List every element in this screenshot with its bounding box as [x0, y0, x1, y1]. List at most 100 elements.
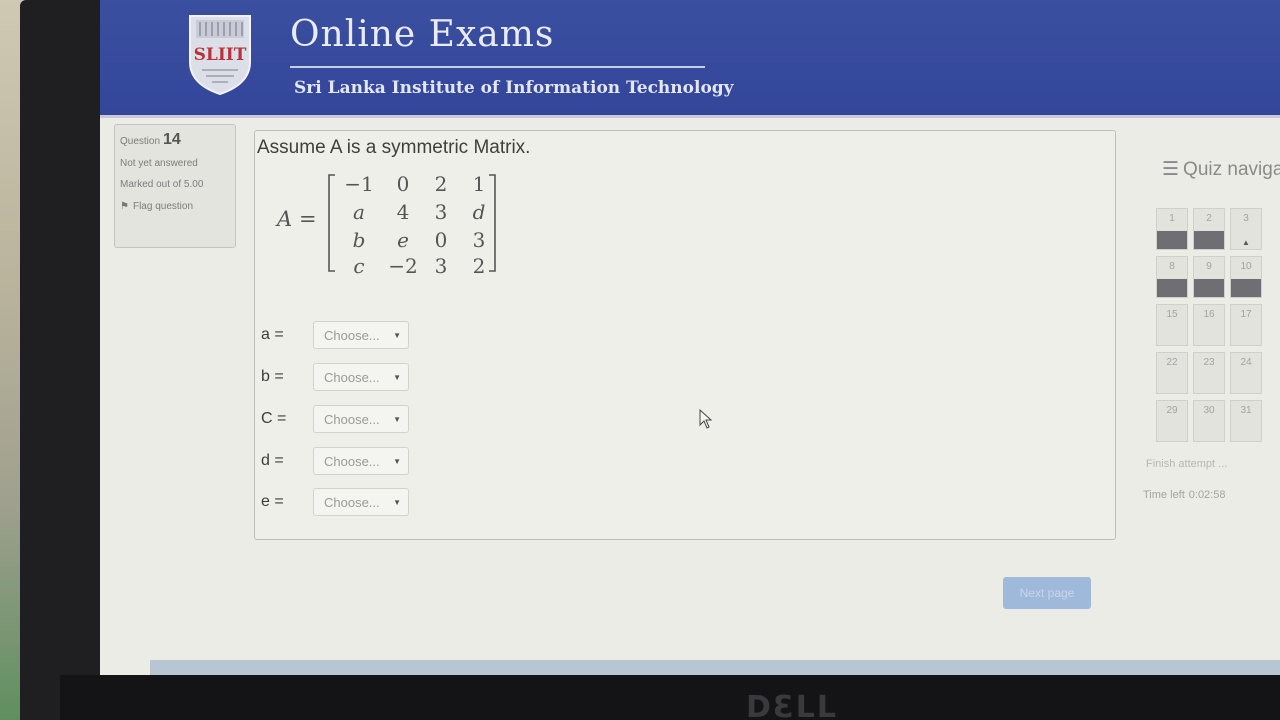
quiz-navigation-label: Quiz naviga [1183, 158, 1280, 180]
question-info-box: Question 14 Not yet answered Marked out … [114, 124, 236, 248]
matrix-cell: 2 [473, 254, 486, 275]
quiz-nav-number: 23 [1203, 357, 1215, 368]
answer-row-a: a = Choose... ▼ [261, 320, 461, 350]
matrix-cell: 0 [397, 172, 410, 196]
matrix-cell: −2 [388, 254, 417, 275]
menu-icon: ☰ [1162, 159, 1180, 180]
finish-attempt-link[interactable]: Finish attempt ... [1146, 458, 1227, 470]
matrix-cell: 3 [435, 200, 448, 224]
matrix-cell: 4 [397, 200, 410, 224]
matrix-cell: a [353, 200, 365, 224]
quiz-nav-question-29[interactable]: 29 [1156, 400, 1188, 442]
chevron-down-icon: ▼ [393, 497, 401, 507]
quiz-nav-number: 17 [1240, 309, 1252, 320]
answer-label-d: d = [261, 452, 284, 469]
answered-indicator [1157, 231, 1187, 249]
answer-select-e-value: Choose... [324, 494, 380, 510]
next-page-button[interactable]: Next page [1003, 577, 1091, 609]
quiz-nav-question-15[interactable]: 15 [1156, 304, 1188, 346]
answer-label-e: e = [261, 493, 284, 510]
chevron-down-icon: ▼ [393, 456, 401, 466]
quiz-nav-question-1[interactable]: 1 [1156, 208, 1188, 250]
answer-label-c: C = [261, 410, 287, 427]
answered-indicator [1194, 231, 1224, 249]
matrix-name: A [275, 207, 292, 231]
quiz-nav-question-22[interactable]: 22 [1156, 352, 1188, 394]
quiz-nav-question-23[interactable]: 23 [1193, 352, 1225, 394]
answer-row-b: b = Choose... ▼ [261, 362, 461, 392]
site-subtitle: Sri Lanka Institute of Information Techn… [294, 78, 734, 98]
matrix-cell: 2 [435, 172, 448, 196]
quiz-nav-question-3[interactable]: 3 ▲ [1230, 208, 1262, 250]
matrix-left-bracket [328, 174, 335, 272]
quiz-nav-number: 2 [1206, 213, 1212, 224]
quiz-nav-number: 31 [1240, 405, 1252, 416]
site-title: Online Exams [290, 14, 555, 55]
quiz-nav-number: 1 [1169, 213, 1175, 224]
answer-select-a-value: Choose... [324, 327, 380, 343]
question-number-value: 14 [163, 131, 181, 148]
matrix-cell: 1 [473, 172, 486, 196]
current-question-icon: ▲ [1242, 238, 1250, 247]
answer-row-c: C = Choose... ▼ [261, 404, 461, 434]
quiz-nav-question-9[interactable]: 9 [1193, 256, 1225, 298]
answer-row-e: e = Choose... ▼ [261, 487, 461, 517]
logo-text: SLIIT [194, 45, 247, 65]
quiz-nav-number: 3 [1243, 213, 1249, 224]
sliit-logo: SLIIT [189, 15, 251, 96]
quiz-nav-number: 24 [1240, 357, 1252, 368]
matrix-right-bracket [489, 174, 496, 272]
quiz-nav-question-16[interactable]: 16 [1193, 304, 1225, 346]
matrix-cell: 3 [473, 228, 486, 252]
matrix-cell: b [353, 228, 366, 252]
quiz-nav-question-2[interactable]: 2 [1193, 208, 1225, 250]
answered-indicator [1194, 279, 1224, 297]
time-left-value: 0:02:58 [1188, 489, 1226, 501]
quiz-nav-number: 8 [1169, 261, 1175, 272]
answer-select-b-value: Choose... [324, 369, 380, 385]
answer-select-a[interactable]: Choose... ▼ [313, 321, 409, 349]
quiz-nav-question-8[interactable]: 8 [1156, 256, 1188, 298]
quiz-nav-question-17[interactable]: 17 [1230, 304, 1262, 346]
answer-select-e[interactable]: Choose... ▼ [313, 488, 409, 516]
answer-select-b[interactable]: Choose... ▼ [313, 363, 409, 391]
answer-label-a: a = [261, 326, 284, 343]
answer-select-c-value: Choose... [324, 411, 380, 427]
flag-icon: ⚑ [120, 201, 129, 212]
quiz-nav-question-10[interactable]: 10 [1230, 256, 1262, 298]
page-footer [150, 660, 1280, 675]
matrix-cell: 0 [435, 228, 448, 252]
quiz-nav-question-30[interactable]: 30 [1193, 400, 1225, 442]
question-content: Assume A is a symmetric Matrix. A = −1 0 2… [254, 130, 1116, 540]
answer-row-d: d = Choose... ▼ [261, 446, 461, 476]
mouse-pointer-icon [699, 409, 713, 429]
dell-logo: DƐLL [746, 690, 839, 720]
quiz-nav-question-31[interactable]: 31 [1230, 400, 1262, 442]
monitor-bezel-bottom [60, 675, 1280, 720]
answer-select-c[interactable]: Choose... ▼ [313, 405, 409, 433]
quiz-nav-number: 9 [1206, 261, 1212, 272]
chevron-down-icon: ▼ [393, 372, 401, 382]
site-header: SLIIT Online Exams Sri Lanka Institute o… [100, 0, 1280, 118]
matrix-display: A = −1 0 2 1a 4 3 db e 0 3c −2 3 2 [275, 172, 496, 275]
chevron-down-icon: ▼ [393, 330, 401, 340]
quiz-nav-number: 29 [1166, 405, 1178, 416]
time-left-label: Time left [1143, 489, 1185, 501]
question-number: Question 14 [120, 131, 230, 149]
answer-select-d[interactable]: Choose... ▼ [313, 447, 409, 475]
flag-question-link[interactable]: ⚑ Flag question [120, 201, 230, 212]
question-text: Assume A is a symmetric Matrix. [257, 137, 531, 158]
matrix-cell: d [473, 200, 486, 224]
question-marks: Marked out of 5.00 [120, 179, 204, 190]
quiz-nav-number: 16 [1203, 309, 1215, 320]
quiz-nav-number: 30 [1203, 405, 1215, 416]
browser-screen: SLIIT Online Exams Sri Lanka Institute o… [100, 0, 1280, 675]
question-label: Question [120, 136, 161, 147]
quiz-nav-number: 15 [1166, 309, 1178, 320]
time-left: Time left 0:02:58 [1143, 489, 1225, 501]
answered-indicator [1157, 279, 1187, 297]
header-divider [290, 66, 705, 68]
matrix-equals: = [299, 207, 317, 231]
quiz-nav-question-24[interactable]: 24 [1230, 352, 1262, 394]
answer-select-d-value: Choose... [324, 453, 380, 469]
